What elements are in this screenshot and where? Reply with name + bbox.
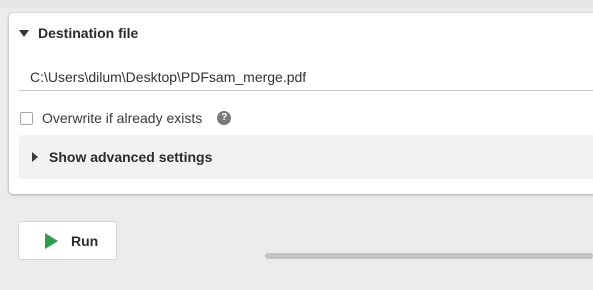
destination-panel: Destination file Overwrite if already ex… [9, 13, 593, 194]
collapse-triangle-icon[interactable] [19, 29, 29, 37]
expand-triangle-icon [32, 152, 38, 162]
question-mark-icon[interactable]: ? [217, 111, 232, 125]
destination-header[interactable]: Destination file [19, 24, 138, 42]
advanced-settings-label: Show advanced settings [49, 149, 213, 165]
destination-title: Destination file [38, 25, 139, 41]
overwrite-row: Overwrite if already exists ? [20, 109, 232, 127]
play-icon [45, 232, 58, 249]
run-label: Run [71, 232, 99, 249]
top-strip [0, 0, 593, 8]
overwrite-checkbox[interactable] [20, 111, 33, 125]
progress-bar [265, 253, 593, 259]
overwrite-label[interactable]: Overwrite if already exists [42, 110, 202, 126]
run-button[interactable]: Run [18, 221, 117, 260]
advanced-settings-toggle[interactable]: Show advanced settings [19, 135, 593, 179]
destination-path-field[interactable] [19, 63, 593, 91]
